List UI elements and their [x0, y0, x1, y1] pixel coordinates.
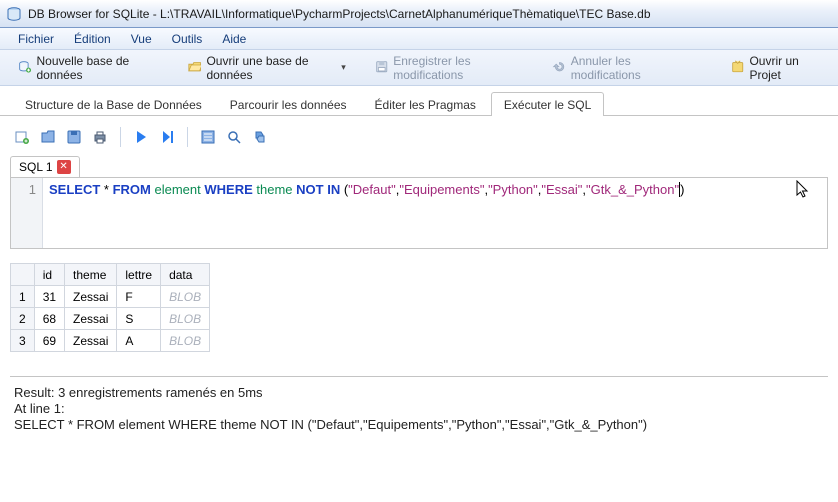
menu-tools[interactable]: Outils [162, 30, 213, 48]
revert-changes-label: Annuler les modifications [571, 54, 683, 82]
open-database-button[interactable]: Ouvrir une base de données ▾ [180, 50, 351, 86]
menu-file[interactable]: Fichier [8, 30, 64, 48]
table-row[interactable]: 2 68 Zessai S BLOB [11, 308, 210, 330]
open-database-label: Ouvrir une base de données [206, 54, 332, 82]
save-results-icon[interactable] [200, 129, 216, 145]
cell-theme[interactable]: Zessai [65, 330, 117, 352]
dropdown-caret-icon: ▾ [341, 62, 346, 73]
sql-toolbar [10, 122, 828, 152]
output-log[interactable]: Result: 3 enregistrements ramenés en 5ms… [10, 376, 828, 433]
row-number: 2 [11, 308, 35, 330]
column-header-data[interactable]: data [161, 264, 210, 286]
main-tabstrip: Structure de la Base de Données Parcouri… [0, 86, 838, 116]
results-corner [11, 264, 35, 286]
editor-code[interactable]: SELECT * FROM element WHERE theme NOT IN… [43, 178, 827, 248]
open-project-icon [731, 60, 744, 76]
find-icon[interactable] [226, 129, 242, 145]
revert-changes-button[interactable]: Annuler les modifications [544, 50, 691, 86]
write-changes-button[interactable]: Enregistrer les modifications [367, 50, 528, 86]
results-table[interactable]: id theme lettre data 1 31 Zessai F BLOB … [10, 263, 210, 352]
cell-lettre[interactable]: F [117, 286, 161, 308]
menu-view[interactable]: Vue [121, 30, 162, 48]
tab-pragmas[interactable]: Éditer les Pragmas [362, 92, 489, 116]
write-changes-label: Enregistrer les modifications [393, 54, 520, 82]
cell-id[interactable]: 68 [34, 308, 64, 330]
revert-icon [552, 60, 565, 76]
cell-data[interactable]: BLOB [161, 330, 210, 352]
execute-line-icon[interactable] [159, 129, 175, 145]
cell-id[interactable]: 31 [34, 286, 64, 308]
close-icon[interactable]: ✕ [57, 160, 71, 174]
separator [120, 127, 121, 147]
sql-tab-1[interactable]: SQL 1 ✕ [10, 156, 80, 177]
row-number: 1 [11, 286, 35, 308]
sql-tabbar: SQL 1 ✕ [10, 156, 828, 177]
new-database-label: Nouvelle base de données [36, 54, 156, 82]
tab-execute[interactable]: Exécuter le SQL [491, 92, 604, 116]
print-icon[interactable] [92, 129, 108, 145]
window-titlebar: DB Browser for SQLite - L:\TRAVAIL\Infor… [0, 0, 838, 28]
new-database-icon [18, 60, 31, 76]
app-icon [6, 6, 22, 22]
cell-theme[interactable]: Zessai [65, 308, 117, 330]
cell-id[interactable]: 69 [34, 330, 64, 352]
save-sql-icon[interactable] [66, 129, 82, 145]
execute-sql-panel: SQL 1 ✕ 1 SELECT * FROM element WHERE th… [0, 116, 838, 439]
menu-edit[interactable]: Édition [64, 30, 121, 48]
sql-tab-label: SQL 1 [19, 160, 53, 174]
table-row[interactable]: 1 31 Zessai F BLOB [11, 286, 210, 308]
column-header-lettre[interactable]: lettre [117, 264, 161, 286]
tab-structure[interactable]: Structure de la Base de Données [12, 92, 215, 116]
separator [187, 127, 188, 147]
find-replace-icon[interactable] [252, 129, 268, 145]
tab-browse[interactable]: Parcourir les données [217, 92, 360, 116]
menubar: Fichier Édition Vue Outils Aide [0, 28, 838, 50]
cell-lettre[interactable]: A [117, 330, 161, 352]
menu-help[interactable]: Aide [212, 30, 256, 48]
sql-editor[interactable]: 1 SELECT * FROM element WHERE theme NOT … [10, 177, 828, 249]
cell-theme[interactable]: Zessai [65, 286, 117, 308]
table-row[interactable]: 3 69 Zessai A BLOB [11, 330, 210, 352]
editor-gutter: 1 [11, 178, 43, 248]
open-sql-icon[interactable] [40, 129, 56, 145]
column-header-theme[interactable]: theme [65, 264, 117, 286]
cell-data[interactable]: BLOB [161, 286, 210, 308]
open-project-label: Ouvrir un Projet [749, 54, 820, 82]
window-title: DB Browser for SQLite - L:\TRAVAIL\Infor… [28, 7, 651, 21]
results-header-row: id theme lettre data [11, 264, 210, 286]
cell-data[interactable]: BLOB [161, 308, 210, 330]
column-header-id[interactable]: id [34, 264, 64, 286]
open-database-icon [188, 60, 201, 76]
cell-lettre[interactable]: S [117, 308, 161, 330]
row-number: 3 [11, 330, 35, 352]
new-tab-icon[interactable] [14, 129, 30, 145]
execute-icon[interactable] [133, 129, 149, 145]
save-icon [375, 60, 388, 76]
main-toolbar: Nouvelle base de données Ouvrir une base… [0, 50, 838, 86]
open-project-button[interactable]: Ouvrir un Projet [723, 50, 828, 86]
new-database-button[interactable]: Nouvelle base de données [10, 50, 164, 86]
